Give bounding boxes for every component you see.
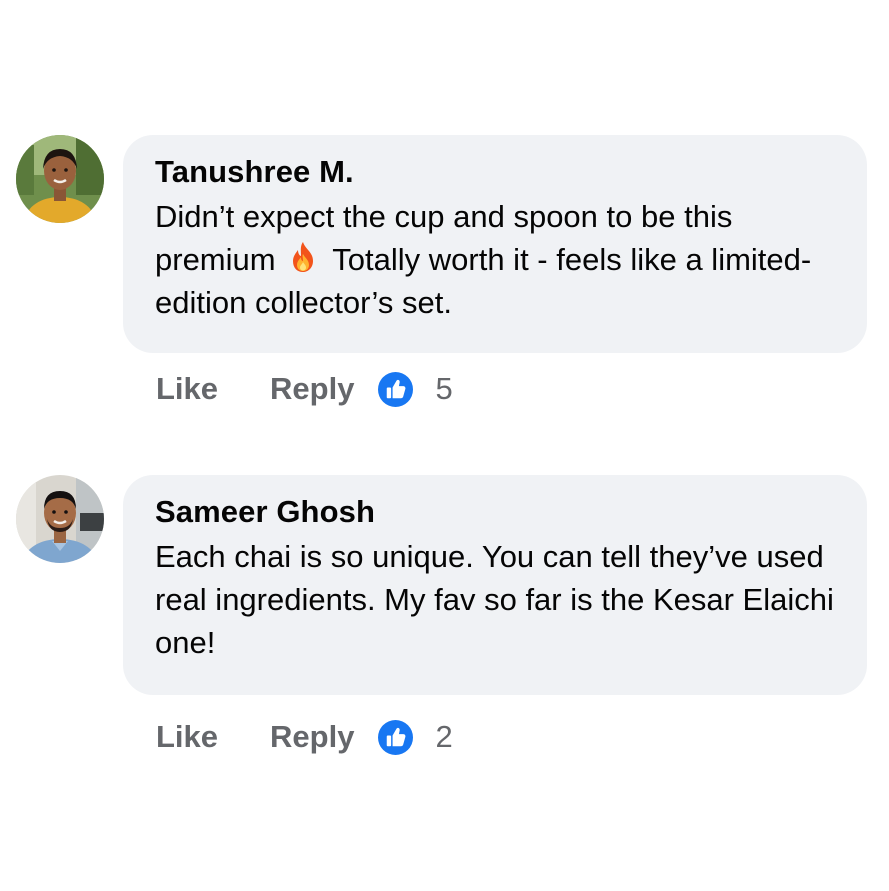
like-button[interactable]: Like bbox=[156, 371, 218, 407]
avatar-photo-woman bbox=[16, 135, 104, 223]
comment-author[interactable]: Tanushree M. bbox=[155, 153, 837, 191]
like-button[interactable]: Like bbox=[156, 719, 218, 755]
comment-actions: Like Reply 5 bbox=[156, 369, 453, 409]
avatar[interactable] bbox=[16, 135, 104, 223]
comment-bubble: Tanushree M. Didn’t expect the cup and s… bbox=[123, 135, 867, 353]
like-count[interactable]: 5 bbox=[435, 371, 452, 407]
comment-text: Each chai is so unique. You can tell the… bbox=[155, 539, 834, 660]
avatar-photo-man bbox=[16, 475, 104, 563]
fire-emoji-icon bbox=[286, 240, 320, 274]
like-count[interactable]: 2 bbox=[435, 719, 452, 755]
reply-button[interactable]: Reply bbox=[270, 719, 354, 755]
comment-author[interactable]: Sameer Ghosh bbox=[155, 493, 837, 531]
avatar[interactable] bbox=[16, 475, 104, 563]
thumbs-up-icon[interactable] bbox=[378, 371, 414, 407]
comment-actions: Like Reply 2 bbox=[156, 717, 453, 757]
comment-text: Didn’t expect the cup and spoon to be th… bbox=[155, 195, 837, 324]
comment-bubble: Sameer Ghosh Each chai is so unique. You… bbox=[123, 475, 867, 695]
thumbs-up-icon[interactable] bbox=[378, 719, 414, 755]
reply-button[interactable]: Reply bbox=[270, 371, 354, 407]
